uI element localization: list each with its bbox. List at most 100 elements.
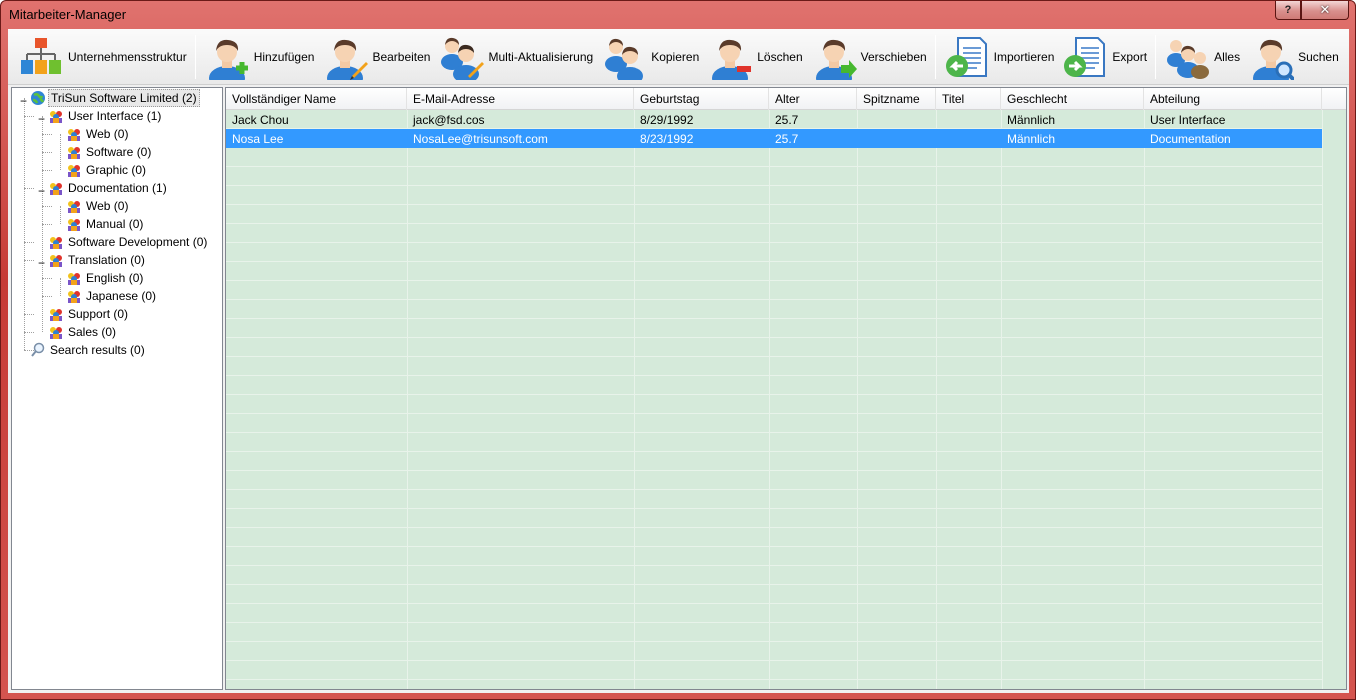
tree-item-label: Support (0) — [68, 307, 129, 321]
tree-connector — [24, 242, 34, 243]
department-icon — [66, 198, 82, 214]
grid-column-line — [857, 110, 858, 689]
tree-item[interactable]: Web (0) — [66, 125, 130, 143]
tree-item-label: TriSun Software Limited (2) — [48, 89, 200, 107]
column-header[interactable]: Geburtstag — [634, 88, 769, 110]
grid-row-line — [226, 489, 1322, 490]
toolbar-button-hinzufügen[interactable]: Hinzufügen — [200, 31, 319, 90]
table-cell — [857, 129, 936, 148]
tree-collapse-toggle[interactable]: − — [38, 256, 45, 270]
tree-item[interactable]: Software (0) — [66, 143, 153, 161]
column-header[interactable]: Titel — [936, 88, 1001, 110]
tree-connector — [24, 260, 34, 261]
department-icon — [48, 234, 64, 250]
tree-item-label: English (0) — [86, 271, 144, 285]
grid-row-line — [226, 565, 1322, 566]
column-header[interactable]: E-Mail-Adresse — [407, 88, 634, 110]
tree-item[interactable]: Manual (0) — [66, 215, 145, 233]
table-row[interactable]: Nosa Lee NosaLee@trisunsoft.com 8/23/1992 2… — [226, 129, 1322, 148]
toolbar-button-suchen[interactable]: Suchen — [1244, 31, 1343, 90]
tree-connector — [24, 314, 34, 315]
grid-row-line — [226, 413, 1322, 414]
table-cell: NosaLee@trisunsoft.com — [413, 132, 548, 146]
tree-item[interactable]: Web (0) — [66, 197, 130, 215]
tree-connector — [24, 188, 34, 189]
tree-item[interactable]: Japanese (0) — [66, 287, 158, 305]
grid-row-line — [226, 261, 1322, 262]
grid-row-line — [226, 451, 1322, 452]
tree-collapse-toggle[interactable]: − — [38, 184, 45, 198]
title-bar[interactable]: Mitarbeiter-Manager ? ✕ — [1, 1, 1355, 29]
grid-row-line — [226, 394, 1322, 395]
tree-item[interactable]: Software Development (0) — [48, 233, 209, 251]
tree-item[interactable]: Support (0) — [48, 305, 130, 323]
toolbar-button-kopieren[interactable]: Kopieren — [597, 31, 703, 85]
toolbar-button-label: Verschieben — [860, 49, 927, 64]
close-button[interactable]: ✕ — [1301, 1, 1349, 20]
grid-body: Jack Chou jack@fsd.cos 8/29/1992 25.7 Männli… — [226, 110, 1346, 689]
toolbar-separator — [194, 34, 196, 79]
tree-item[interactable]: Graphic (0) — [66, 161, 148, 179]
toolbar-button-importieren[interactable]: Importieren — [940, 31, 1059, 83]
grid-column-line — [407, 110, 408, 689]
tree-item-label: Software (0) — [86, 145, 152, 159]
grid-row-line — [226, 470, 1322, 471]
department-icon — [48, 306, 64, 322]
tree-item[interactable]: Search results (0) — [30, 341, 147, 359]
toolbar-button-label: Hinzufügen — [253, 49, 315, 64]
department-icon — [66, 126, 82, 142]
magnifier-icon — [30, 342, 46, 358]
grid-row-line — [226, 204, 1322, 205]
toolbar-button-export[interactable]: Export — [1058, 31, 1151, 83]
tree-item-label: Japanese (0) — [86, 289, 157, 303]
tree-collapse-toggle[interactable]: − — [20, 94, 27, 108]
tree-connector — [42, 170, 52, 171]
main-window: Mitarbeiter-Manager ? ✕ Unternehmensstru… — [0, 0, 1356, 700]
tree-collapse-toggle[interactable]: − — [38, 112, 45, 126]
column-header[interactable]: Alter — [769, 88, 857, 110]
tree-item-label: Manual (0) — [86, 217, 144, 231]
tree-item[interactable]: Translation (0) — [48, 251, 147, 269]
toolbar-button-label: Importieren — [993, 49, 1055, 64]
toolbar-button-unternehmensstruktur[interactable]: Unternehmensstruktur — [14, 31, 191, 83]
table-cell: 8/23/1992 — [640, 132, 694, 146]
table-cell: 25.7 — [775, 113, 799, 127]
department-icon — [66, 216, 82, 232]
tree-item[interactable]: User Interface (1) — [48, 107, 163, 125]
toolbar-button-alles[interactable]: Alles — [1160, 31, 1244, 83]
grid-row-line — [226, 375, 1322, 376]
grid-column-line — [634, 110, 635, 689]
toolbar-button-label: Bearbeiten — [372, 49, 431, 64]
all-users-icon — [1164, 34, 1210, 80]
table-row[interactable]: Jack Chou jack@fsd.cos 8/29/1992 25.7 Männli… — [226, 110, 1322, 129]
toolbar-button-multi-aktualisierung[interactable]: Multi-Aktualisierung — [434, 31, 597, 83]
grid-column-line — [1001, 110, 1002, 689]
grid-row-line — [226, 679, 1322, 680]
column-header[interactable]: Abteilung — [1144, 88, 1322, 110]
tree-item-label: Web (0) — [86, 199, 129, 213]
toolbar-button-löschen[interactable]: Löschen — [703, 31, 806, 90]
grid-row-line — [226, 337, 1322, 338]
department-icon — [66, 144, 82, 160]
tree-item[interactable]: Sales (0) — [48, 323, 118, 341]
grid-column-line — [1144, 110, 1145, 689]
employee-grid[interactable]: Vollständiger Name E-Mail-Adresse Geburtst… — [225, 87, 1347, 690]
tree-connector — [42, 224, 52, 225]
column-header[interactable]: Geschlecht — [1001, 88, 1144, 110]
tree-connector — [42, 296, 52, 297]
grid-row-line — [226, 660, 1322, 661]
tree-item[interactable]: Documentation (1) — [48, 179, 169, 197]
toolbar-separator — [934, 34, 936, 79]
toolbar-button-label: Export — [1112, 49, 1148, 64]
table-cell: Männlich — [1007, 132, 1056, 146]
tree-item-label: Software Development (0) — [68, 235, 208, 249]
department-icon — [66, 288, 82, 304]
column-header[interactable]: Vollständiger Name — [226, 88, 407, 110]
tree-item[interactable]: English (0) — [66, 269, 145, 287]
toolbar-button-verschieben[interactable]: Verschieben — [807, 31, 931, 90]
toolbar-button-bearbeiten[interactable]: Bearbeiten — [318, 31, 434, 90]
column-header[interactable]: Spitzname — [857, 88, 936, 110]
tree-item[interactable]: TriSun Software Limited (2) — [30, 89, 200, 107]
department-tree[interactable]: TriSun Software Limited (2) − User Interfa… — [11, 87, 223, 690]
help-button[interactable]: ? — [1275, 1, 1301, 20]
